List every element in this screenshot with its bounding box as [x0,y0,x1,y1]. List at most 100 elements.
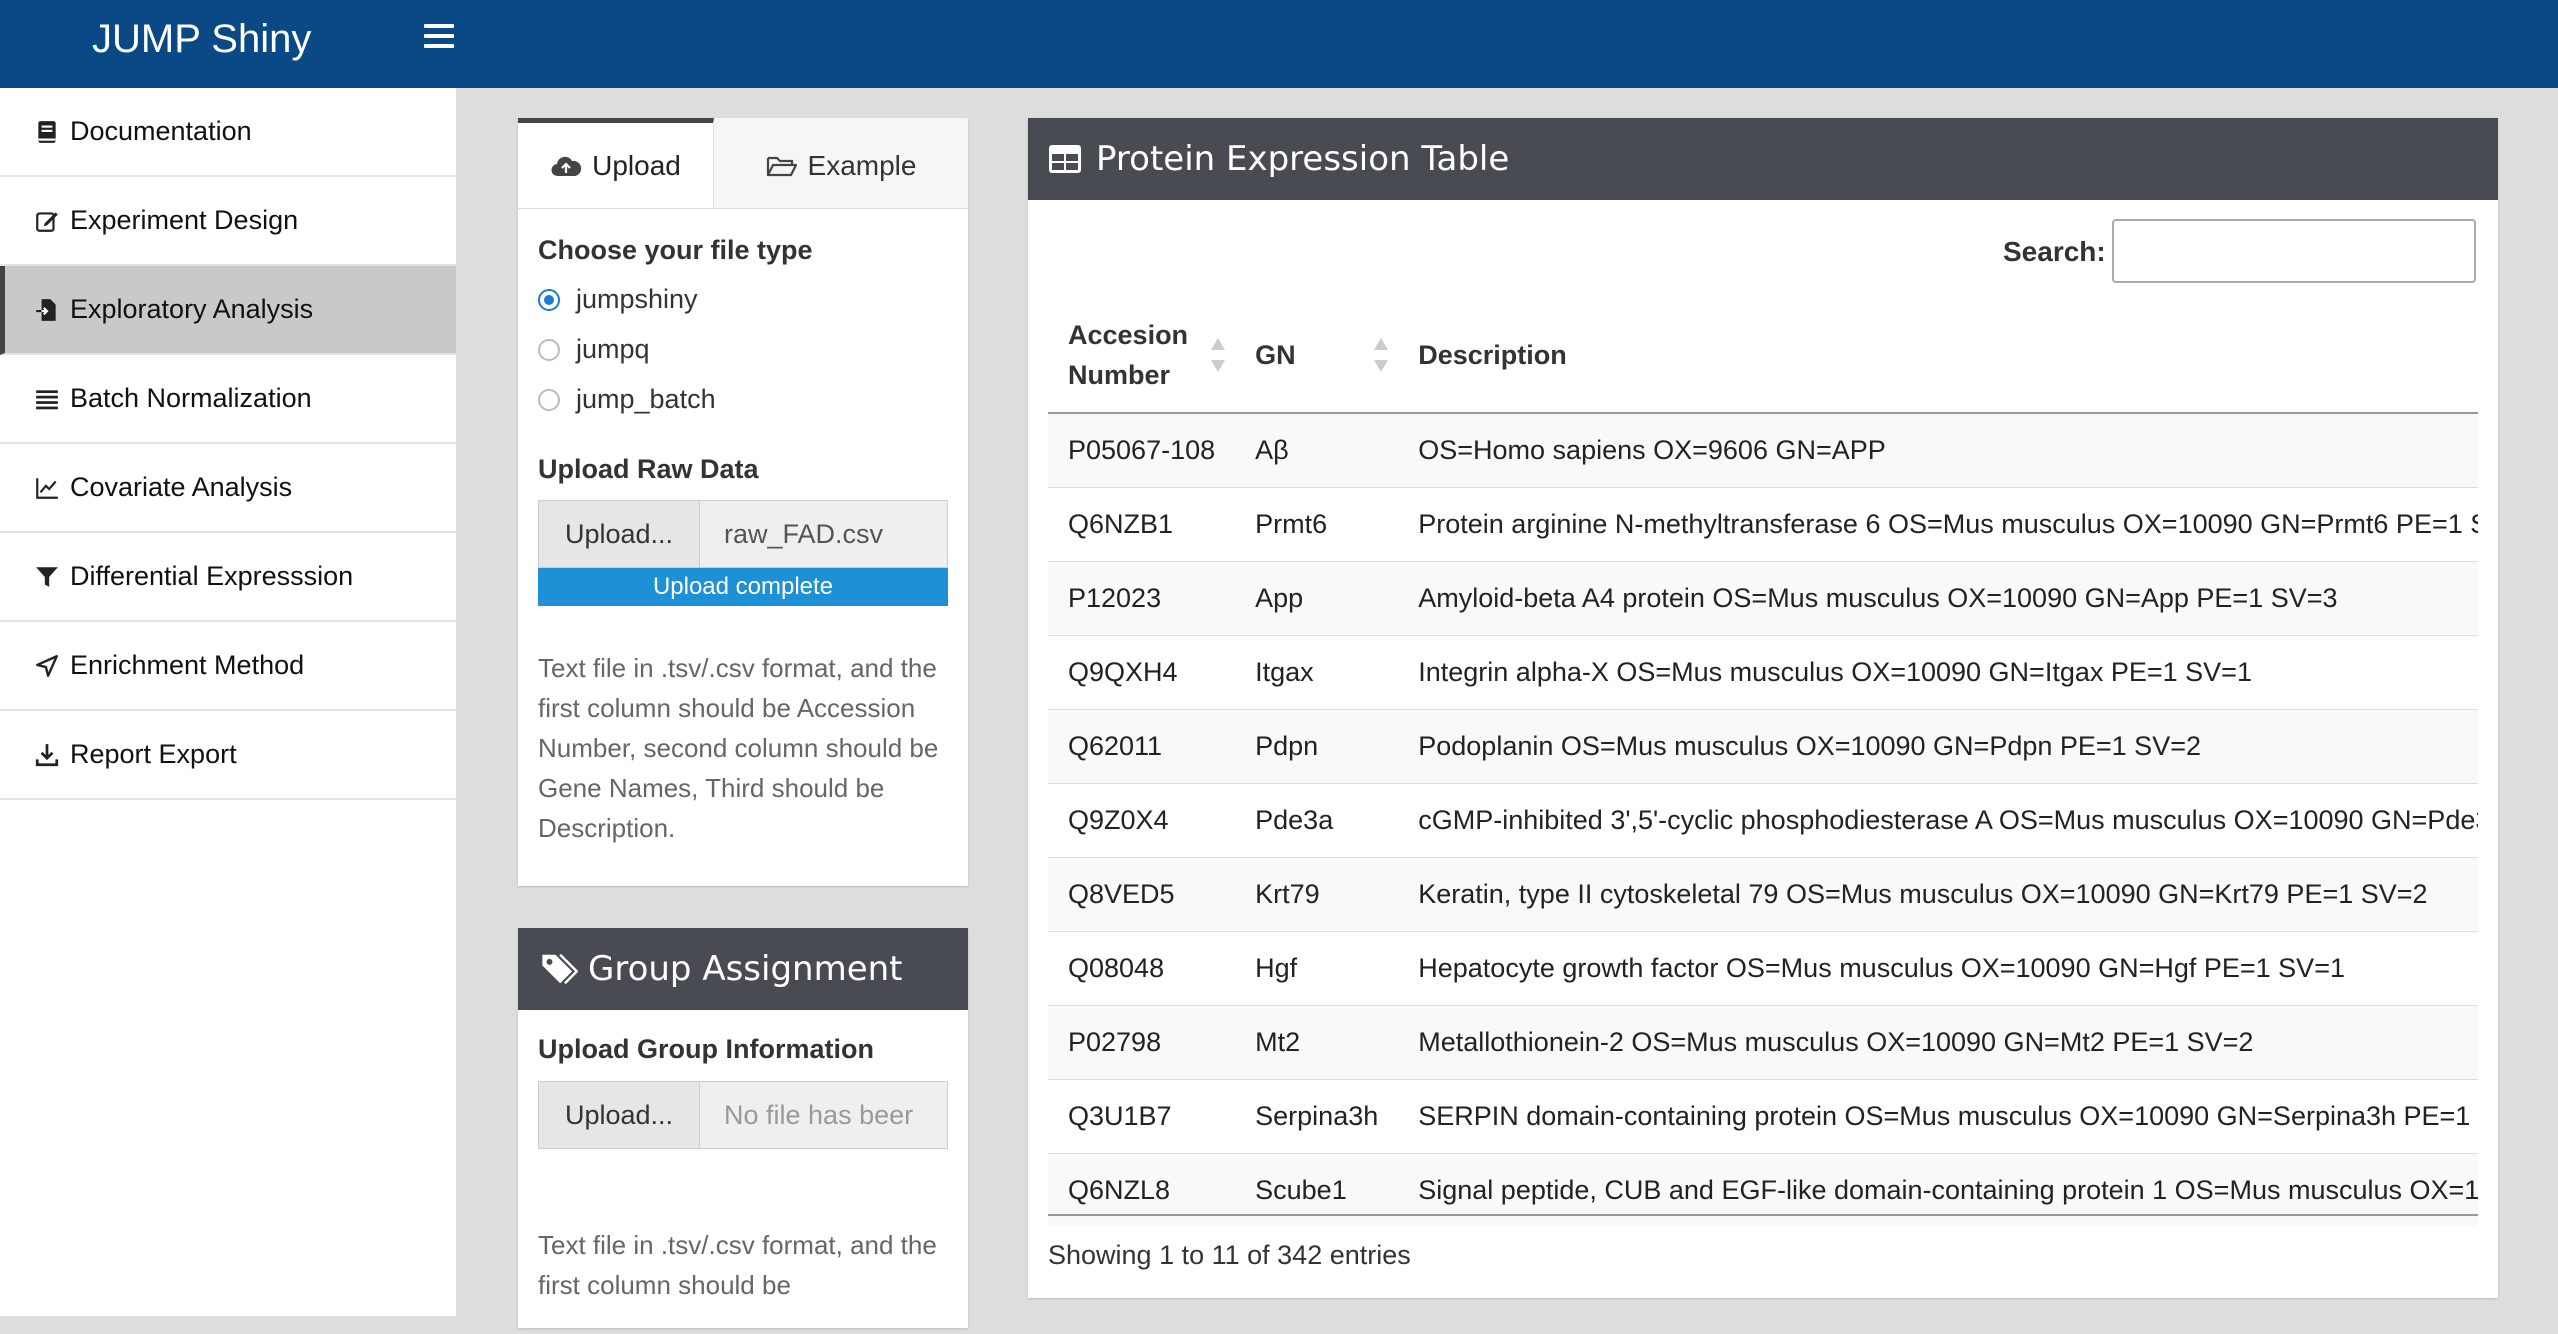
folder-open-icon [766,156,797,176]
tab-label: Upload [592,149,681,181]
table-row[interactable]: Q8VED5 Krt79 Keratin, type II cytoskelet… [1048,857,2478,932]
cell-description: OS=Homo sapiens OX=9606 GN=APP [1398,412,2478,488]
sidebar: Documentation Experiment Design Explorat… [0,88,456,1316]
radio-button[interactable] [538,338,560,361]
sidebar-item-exploratory-analysis[interactable]: Exploratory Analysis [0,266,456,355]
group-assignment-panel: Group Assignment Upload Group Informatio… [518,928,968,1328]
cell-gn: Itgax [1235,635,1399,710]
edit-icon [34,208,60,234]
table-row[interactable]: P02798 Mt2 Metallothionein-2 OS=Mus musc… [1048,1005,2478,1080]
radio-button[interactable] [538,288,560,311]
line-chart-icon [34,475,60,501]
cell-gn: Pde3a [1235,783,1399,858]
download-icon [34,742,60,768]
table-row[interactable]: Q9Z0X4 Pde3a cGMP-inhibited 3',5'-cyclic… [1048,783,2478,858]
cell-accession: P05067-108 [1048,412,1236,488]
search-label: Search: [2003,236,2106,267]
radio-jumpq[interactable]: jumpq [538,334,650,365]
location-arrow-icon [34,653,60,679]
column-header-label: Description [1418,340,1567,370]
group-upload-label: Upload Group Information [538,1034,874,1064]
sidebar-item-differential-expression[interactable]: Differential Expresssion [0,533,456,622]
app-brand[interactable]: JUMP Shiny [92,0,311,88]
sidebar-item-label: Report Export [70,739,237,769]
tab-upload[interactable]: Upload [518,118,714,208]
sidebar-item-batch-normalization[interactable]: Batch Normalization [0,355,456,444]
table-row[interactable]: P12023 App Amyloid-beta A4 protein OS=Mu… [1048,561,2478,636]
sidebar-toggle-icon[interactable] [424,24,454,50]
book-icon [34,119,60,145]
column-header-label: GN [1255,340,1296,370]
sidebar-item-label: Differential Expresssion [70,561,354,591]
upload-progress-bar: Upload complete [538,568,948,606]
sidebar-item-experiment-design[interactable]: Experiment Design [0,177,456,266]
group-assignment-header: Group Assignment [518,928,968,1010]
raw-data-file-input: Upload... raw_FAD.csv [538,500,948,568]
upload-help-text: Text file in .tsv/.csv format, and the f… [538,653,939,843]
file-import-icon [34,297,60,323]
cell-description: Keratin, type II cytoskeletal 79 OS=Mus … [1398,857,2478,932]
raw-file-name: raw_FAD.csv [700,500,948,568]
sort-icon[interactable] [1374,338,1389,372]
sidebar-item-label: Covariate Analysis [70,472,293,502]
cell-description: cGMP-inhibited 3',5'-cyclic phosphodiest… [1398,783,2478,858]
table-row[interactable]: Q3U1B7 Serpina3h SERPIN domain-containin… [1048,1079,2478,1154]
cell-description: SERPIN domain-containing protein OS=Mus … [1398,1079,2478,1154]
cell-accession: P02798 [1048,1005,1236,1080]
cell-description: Amyloid-beta A4 protein OS=Mus musculus … [1398,561,2478,636]
column-header-label: Accesion Number [1068,320,1189,390]
sidebar-item-label: Experiment Design [70,205,299,235]
table-row[interactable]: Q9QXH4 Itgax Integrin alpha-X OS=Mus mus… [1048,635,2478,710]
cell-gn: Aβ [1235,412,1399,488]
cell-gn: App [1235,561,1399,636]
radio-label: jump_batch [576,384,716,414]
sidebar-item-report-export[interactable]: Report Export [0,711,456,800]
table-row[interactable]: P05067-108 Aβ OS=Homo sapiens OX=9606 GN… [1048,412,2478,488]
cell-gn: Krt79 [1235,857,1399,932]
upload-raw-button[interactable]: Upload... [538,500,700,568]
table-header-row: Accesion Number GN Description [1048,298,2478,414]
column-header-gn[interactable]: GN [1235,298,1399,414]
cell-description: Podoplanin OS=Mus musculus OX=10090 GN=P… [1398,709,2478,784]
cloud-upload-icon [551,156,582,176]
radio-jumpshiny[interactable]: jumpshiny [538,284,698,315]
cell-description: Integrin alpha-X OS=Mus musculus OX=1009… [1398,635,2478,710]
column-header-description[interactable]: Description [1398,298,2478,414]
top-navbar: JUMP Shiny [0,0,2558,88]
radio-label: jumpq [576,334,650,364]
sidebar-item-label: Documentation [70,116,252,146]
sidebar-item-label: Batch Normalization [70,383,312,413]
search-input[interactable] [2112,219,2476,283]
column-header-accession[interactable]: Accesion Number [1048,298,1236,414]
radio-jump-batch[interactable]: jump_batch [538,384,716,415]
sidebar-item-documentation[interactable]: Documentation [0,88,456,177]
protein-table-title: Protein Expression Table [1096,139,1510,179]
upload-tabs: Upload Example [518,118,968,209]
cell-description: Hepatocyte growth factor OS=Mus musculus… [1398,931,2478,1006]
sidebar-item-label: Enrichment Method [70,650,305,680]
upload-group-button[interactable]: Upload... [538,1081,700,1149]
radio-button[interactable] [538,388,560,411]
cell-accession: Q9QXH4 [1048,635,1236,710]
sort-icon[interactable] [1211,338,1226,372]
sidebar-item-enrichment-method[interactable]: Enrichment Method [0,622,456,711]
sidebar-item-covariate-analysis[interactable]: Covariate Analysis [0,444,456,533]
cell-description: Protein arginine N-methyltransferase 6 O… [1398,487,2478,562]
group-help-text: Text file in .tsv/.csv format, and the f… [538,1230,937,1300]
radio-label: jumpshiny [576,284,698,314]
cell-accession: Q3U1B7 [1048,1079,1236,1154]
table-row[interactable]: Q08048 Hgf Hepatocyte growth factor OS=M… [1048,931,2478,1006]
cell-accession: Q08048 [1048,931,1236,1006]
protein-table-panel: Protein Expression Table Search: Accesio… [1028,118,2498,1298]
table-icon [1049,145,1081,173]
cell-accession: Q8VED5 [1048,857,1236,932]
tab-example[interactable]: Example [714,118,968,208]
filter-icon [34,564,60,590]
upload-panel: Upload Example Choose your file type jum… [518,118,968,886]
protein-table-scroll[interactable]: Accesion Number GN Description P05067-10… [1048,298,2478,1334]
table-info: Showing 1 to 11 of 342 entries [1048,1240,1411,1270]
group-assignment-title: Group Assignment [588,949,903,989]
table-row[interactable]: Q6NZB1 Prmt6 Protein arginine N-methyltr… [1048,487,2478,562]
table-row[interactable]: Q62011 Pdpn Podoplanin OS=Mus musculus O… [1048,709,2478,784]
protein-table-header: Protein Expression Table [1028,118,2498,200]
